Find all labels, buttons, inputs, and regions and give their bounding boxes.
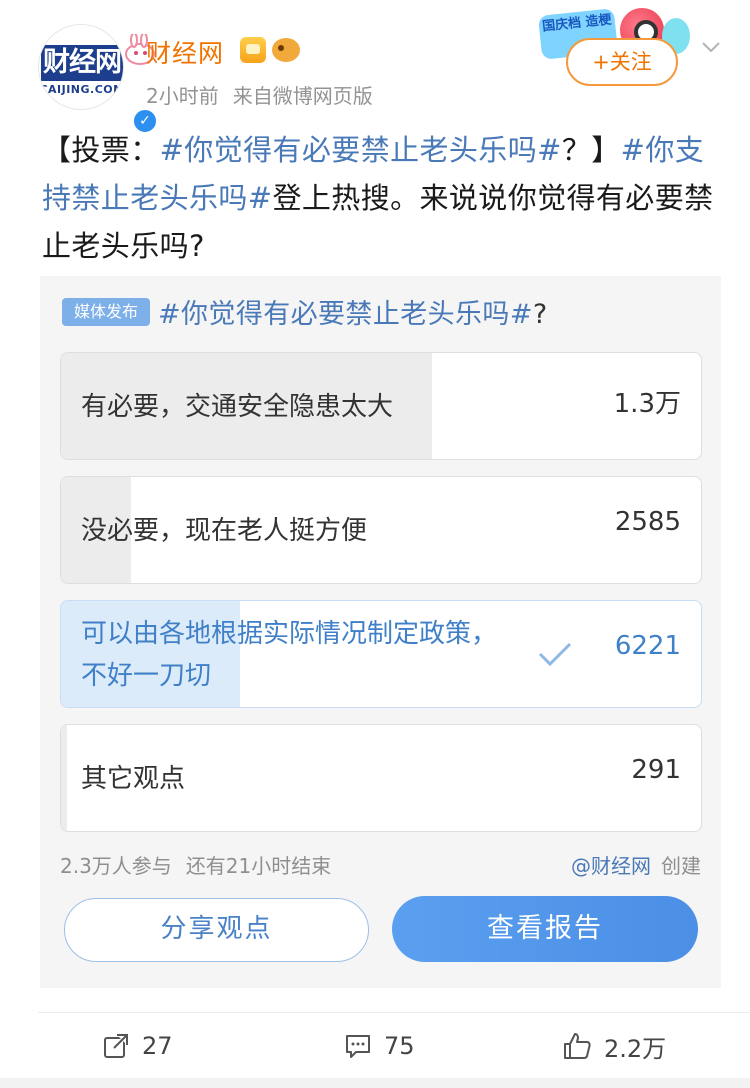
post-meta: 2小时前 来自微博网页版 [146, 80, 373, 109]
bottom-separator [0, 1078, 750, 1088]
repost-button[interactable]: 27 [102, 1026, 173, 1066]
avatar[interactable]: 财经网 CAIJING.COM [38, 24, 124, 110]
poll-option-selected[interactable]: 可以由各地根据实际情况制定政策，不好一刀切 6221 [60, 600, 702, 708]
post-time: 2小时前 [146, 84, 219, 108]
creator-link[interactable]: @财经网 [571, 854, 651, 878]
comment-button[interactable]: 75 [344, 1026, 415, 1066]
post-source: 来自微博网页版 [232, 84, 373, 108]
option-count: 1.3万 [613, 389, 681, 419]
topic-link[interactable]: #你觉得有必要禁止老头乐吗# [160, 133, 562, 167]
poll-title-suffix: ? [532, 299, 548, 330]
follow-button[interactable]: +关注 [566, 38, 678, 86]
share-opinion-button[interactable]: 分享观点 [64, 898, 369, 962]
divider [38, 1012, 750, 1013]
poll-participants: 2.3万人参与 [60, 854, 172, 878]
post-text-mid: ？】 [561, 133, 621, 167]
chevron-down-icon[interactable] [700, 36, 722, 58]
post-header: 财经网 CAIJING.COM ✓ 财经网 2小时前 来自微博网页版 国庆档 造梗… [0, 0, 750, 134]
vip-badge-icon [240, 37, 266, 63]
avatar-logo: 财经网 [41, 45, 123, 81]
option-count: 2585 [614, 507, 681, 537]
like-count: 2.2万 [604, 1034, 667, 1063]
poll-option[interactable]: 其它观点 291 [60, 724, 702, 832]
poll-title[interactable]: #你觉得有必要禁止老头乐吗#? [158, 292, 548, 331]
created-label: 创建 [661, 854, 701, 878]
option-label: 有必要，交通安全隐患太大 [81, 392, 394, 422]
repost-icon [104, 1034, 128, 1058]
option-label: 可以由各地根据实际情况制定政策，不好一刀切 [81, 619, 498, 691]
avatar-subtext: CAIJING.COM [39, 83, 124, 96]
poll-card: 媒体发布 #你觉得有必要禁止老头乐吗#? 有必要，交通安全隐患太大 1.3万 没… [40, 276, 721, 988]
media-tag: 媒体发布 [62, 298, 150, 326]
post-text-prefix: 【投票： [42, 133, 160, 167]
author-avatar[interactable]: 财经网 CAIJING.COM ✓ [38, 24, 158, 134]
option-label: 没必要，现在老人挺方便 [81, 516, 368, 546]
repost-count: 27 [142, 1032, 173, 1060]
poll-option[interactable]: 有必要，交通安全隐患太大 1.3万 [60, 352, 702, 460]
thumbs-up-icon [564, 1033, 591, 1059]
poll-creator: @财经网 创建 [571, 850, 701, 879]
option-count: 6221 [614, 631, 681, 661]
view-report-button[interactable]: 查看报告 [392, 896, 698, 962]
poll-stats: 2.3万人参与 还有21小时结束 [60, 850, 331, 879]
fan-badge-icon [272, 38, 300, 62]
option-label: 其它观点 [81, 764, 186, 794]
checkmark-icon [538, 642, 572, 667]
option-bar-fill [61, 725, 68, 831]
post-body: 【投票：#你觉得有必要禁止老头乐吗#？】#你支持禁止老头乐吗#登上热搜。来说说你… [42, 126, 714, 270]
comment-icon [346, 1035, 370, 1058]
poll-title-topic: #你觉得有必要禁止老头乐吗# [158, 299, 533, 330]
comment-count: 75 [384, 1032, 415, 1060]
like-button[interactable]: 2.2万 [562, 1026, 666, 1066]
poll-option[interactable]: 没必要，现在老人挺方便 2585 [60, 476, 702, 584]
option-count: 291 [631, 755, 681, 785]
author-name[interactable]: 财经网 [146, 34, 224, 70]
poll-time-left: 还有21小时结束 [185, 854, 332, 878]
